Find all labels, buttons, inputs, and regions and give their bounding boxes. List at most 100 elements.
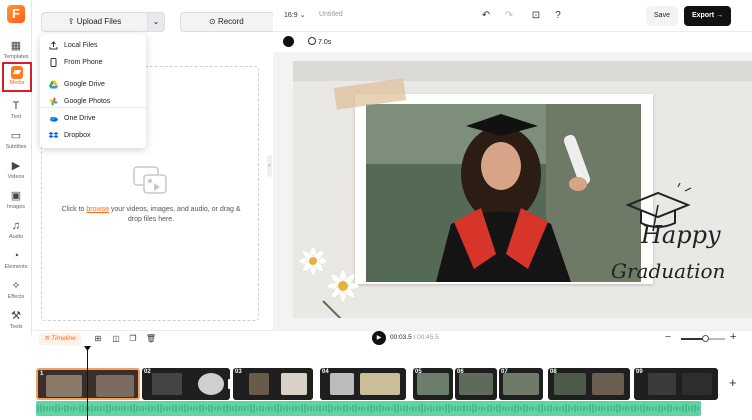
video-icon: ▶ — [11, 160, 21, 172]
upload-files-label: Upload Files — [76, 17, 122, 26]
sidebar-item-effects[interactable]: ✧ Effects — [0, 278, 32, 306]
timeline-icon: ≋ — [44, 335, 50, 342]
upload-icon — [49, 41, 58, 50]
aspect-ratio-select[interactable]: 16:9 ⌄ — [284, 11, 305, 19]
clip-thumbnail — [198, 373, 224, 395]
help-icon[interactable]: ? — [551, 9, 565, 23]
timeline-clip[interactable]: 07 — [499, 368, 543, 400]
redo-icon[interactable]: ↷ — [502, 9, 516, 23]
menu-item-local-files[interactable]: Local Files — [40, 37, 146, 54]
timeline-clip[interactable]: 02 — [142, 368, 230, 400]
sidebar-item-elements[interactable]: ◔ Elements — [0, 248, 32, 276]
clock-icon — [308, 37, 316, 45]
sidebar-item-videos[interactable]: ▶ Videos — [0, 158, 32, 186]
zoom-slider-handle[interactable] — [701, 335, 709, 342]
media-upload-icon — [133, 166, 167, 194]
timeline-clip[interactable]: 08 — [548, 368, 630, 400]
menu-item-from-phone[interactable]: From Phone — [40, 54, 146, 71]
play-icon: ▶ — [376, 335, 382, 341]
timeline-clip[interactable]: 06 — [455, 368, 497, 400]
sidebar-item-tools[interactable]: ⚒ Tools — [0, 308, 32, 336]
menu-item-google-drive[interactable]: Google Drive — [40, 76, 146, 93]
tools-icon: ⚒ — [11, 310, 21, 322]
zoom-out-button[interactable]: − — [665, 332, 671, 343]
sidebar-item-label: Templates — [3, 54, 29, 60]
sidebar-item-images[interactable]: ▣ Images — [0, 188, 32, 216]
undo-icon[interactable]: ↶ — [479, 9, 493, 23]
playhead[interactable] — [87, 346, 88, 420]
sidebar-item-label: Videos — [7, 174, 25, 180]
clip-thumbnail — [330, 373, 354, 395]
video-canvas[interactable]: Happy Graduation — [293, 61, 752, 318]
clip-thumbnail — [249, 373, 269, 395]
play-button[interactable]: ▶ — [372, 331, 386, 345]
panel-collapse-handle[interactable]: ‹ — [267, 155, 272, 177]
timeline-clip[interactable]: 04 — [320, 368, 406, 400]
delete-icon[interactable]: 🗑 — [145, 333, 157, 345]
arrow-right-icon: → — [716, 12, 724, 19]
image-icon: ▣ — [10, 190, 22, 202]
chevron-left-icon: ‹ — [268, 163, 271, 169]
app-logo[interactable]: F — [7, 5, 25, 23]
clip-thumbnail — [592, 373, 624, 395]
google-drive-icon — [49, 80, 58, 89]
upload-icon: ⇪ — [67, 17, 75, 26]
save-button[interactable]: Save — [646, 6, 678, 26]
sidebar-item-text[interactable]: T Text — [0, 98, 32, 126]
clip-thumbnail — [682, 373, 712, 395]
clip-thumbnail — [459, 373, 493, 395]
audio-track[interactable] — [36, 401, 701, 416]
transition-marker[interactable] — [407, 379, 412, 389]
sidebar-item-label: Media — [9, 80, 25, 86]
add-icon[interactable]: ⊞ — [92, 333, 104, 345]
sidebar-item-media[interactable]: ▰ Media — [2, 62, 32, 92]
browse-link[interactable]: browse — [86, 206, 109, 213]
menu-item-one-drive[interactable]: One Drive — [40, 110, 146, 127]
left-rail: F ▦ Templates ▰ Media T Text ▭ Subtitles… — [0, 0, 32, 335]
split-icon[interactable]: ◫ — [110, 333, 122, 345]
sidebar-item-label: Tools — [9, 324, 23, 330]
playback-time: 00:03.5 / 00:45.5 — [390, 334, 439, 341]
clip-thumbnail — [96, 375, 134, 397]
sidebar-item-subtitles[interactable]: ▭ Subtitles — [0, 128, 32, 156]
graduation-text[interactable]: Graduation — [611, 259, 725, 283]
timeline-tab[interactable]: ≋ Timeline — [39, 333, 81, 345]
sidebar-item-label: Audio — [8, 234, 24, 240]
project-title[interactable]: Untitled — [319, 11, 343, 18]
subtitles-icon: ▭ — [10, 130, 22, 142]
canvas-toolbar: 7.0s — [273, 32, 752, 52]
zoom-in-button[interactable]: + — [730, 331, 736, 343]
clip-thumbnail — [281, 373, 307, 395]
torn-paper-decoration — [293, 61, 752, 81]
clip-thumbnail — [417, 373, 449, 395]
sidebar-item-audio[interactable]: ♫ Audio — [0, 218, 32, 246]
add-track-button[interactable]: + — [729, 375, 737, 390]
sidebar-item-label: Text — [10, 114, 22, 120]
photo-frame[interactable] — [355, 94, 653, 284]
clip-thumbnail — [360, 373, 400, 395]
clip-thumbnail — [152, 373, 182, 395]
onedrive-icon — [50, 116, 58, 122]
timeline-clip[interactable]: 09 — [634, 368, 718, 400]
text-icon: T — [12, 100, 20, 112]
preview-stage: Happy Graduation — [273, 52, 752, 330]
upload-dropdown-toggle[interactable]: ⌄ — [147, 12, 165, 32]
upload-source-menu: Local Files From Phone Google Drive Goog… — [40, 34, 146, 148]
record-icon: ⊙ — [209, 17, 216, 26]
zoom-slider[interactable] — [681, 335, 725, 342]
video-track: 1 02 03 04 05 06 07 08 09 — [33, 368, 723, 400]
menu-item-dropbox[interactable]: Dropbox — [40, 127, 146, 144]
timeline-clip[interactable]: 1 — [36, 368, 140, 400]
happy-text[interactable]: Happy — [641, 221, 721, 249]
background-color-swatch[interactable] — [283, 36, 294, 47]
export-button[interactable]: Export → — [684, 6, 731, 26]
screenshot-icon[interactable]: ⊡ — [529, 9, 543, 23]
timeline-clip[interactable]: 03 — [233, 368, 313, 400]
duration-control[interactable]: 7.0s — [308, 37, 331, 46]
upload-files-button[interactable]: ⇪ Upload Files — [41, 12, 147, 32]
timeline-header: ≋ Timeline ⊞ ◫ ❐ 🗑 ▶ 00:03.5 / 00:45.5 −… — [33, 330, 752, 346]
duplicate-icon[interactable]: ❐ — [127, 333, 139, 345]
timeline-clip[interactable]: 05 — [413, 368, 453, 400]
menu-item-google-photos[interactable]: Google Photos — [40, 93, 146, 110]
sidebar-item-label: Elements — [4, 264, 28, 270]
